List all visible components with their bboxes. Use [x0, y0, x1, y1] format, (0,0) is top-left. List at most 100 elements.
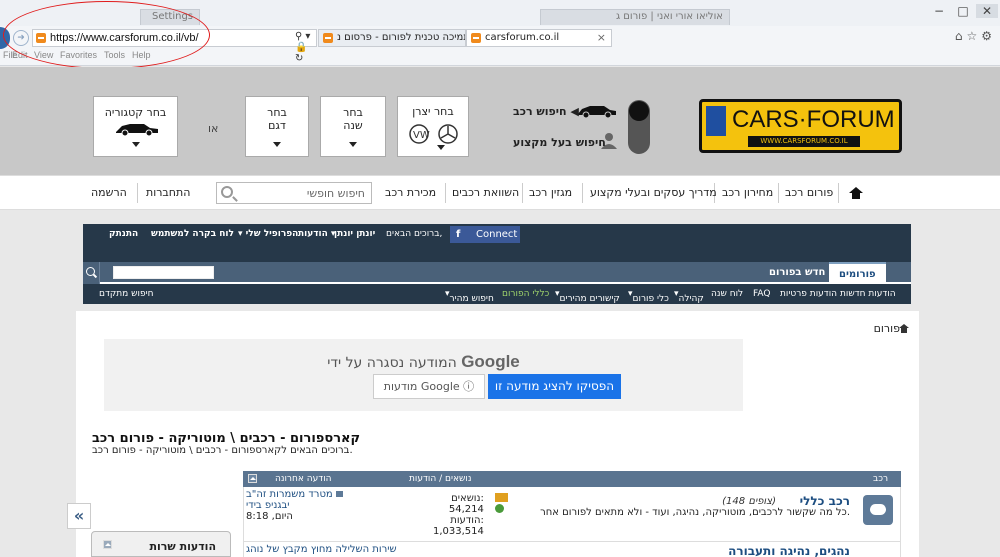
toggle-knob	[629, 101, 649, 121]
submenu-calendar[interactable]: לוח שנה	[711, 289, 743, 299]
forum-status-icons[interactable]	[495, 493, 509, 513]
background-tab-settings[interactable]: Settings	[140, 9, 200, 25]
forum-row: רכב כללי (צופים 148) כל מה שקשור לרכבים,…	[243, 487, 901, 542]
browser-tab-active[interactable]: carsforum.co.il ×	[466, 29, 612, 47]
minimize-button[interactable]: −	[928, 4, 950, 18]
address-bar[interactable]: https://www.carsforum.co.il/vb/ ⚲▾🔒↻	[32, 29, 317, 64]
free-search-input[interactable]: חיפוש חופשי	[216, 182, 372, 204]
logout-link[interactable]: התנתק	[109, 229, 138, 239]
submenu-faq[interactable]: FAQ	[753, 289, 770, 299]
tab-favicon-icon	[323, 33, 333, 43]
forum-name-link[interactable]: רכב כללי	[800, 494, 850, 508]
user-control-panel-link[interactable]: לוח בקרה למשתמש	[151, 229, 234, 239]
nav-compare-cars[interactable]: השוואת רכבים	[452, 176, 519, 210]
quick-search-button[interactable]	[83, 262, 100, 284]
site-favicon-icon	[36, 33, 46, 43]
submenu-forum-tools[interactable]: ▾ כלי פורום	[628, 289, 669, 304]
page-description: ברוכים הבאים לקארספורום - רכבים \ מוטורי…	[92, 445, 353, 456]
nav-car-magazine[interactable]: מגזין רכב	[529, 176, 572, 210]
sidebar-toggle-button[interactable]: «	[67, 503, 91, 529]
username-link[interactable]: יונתן יונתן	[334, 229, 375, 239]
logo-url: WWW.CARSFORUM.CO.IL	[748, 136, 860, 147]
forum-name-link[interactable]: נהגים, נהיגה ותעבורה	[728, 544, 850, 557]
select-model[interactable]: בחר דגם	[245, 96, 309, 157]
nav-sell-car[interactable]: מכירת רכב	[385, 176, 436, 210]
login-link[interactable]: התחברות	[146, 176, 190, 210]
notifications-menu[interactable]: הודעות ▾	[298, 229, 335, 239]
address-actions[interactable]: ⚲▾🔒↻	[295, 31, 316, 64]
menu-tools[interactable]: Tools	[104, 50, 125, 60]
submenu-quick-search[interactable]: ▾ חיפוש מהיר	[445, 289, 494, 304]
submenu-new-posts[interactable]: הודעות חדשות	[840, 289, 896, 299]
forum-tabs: פורומים חדש בפורום	[83, 262, 911, 284]
quick-search-input[interactable]	[113, 266, 214, 279]
last-post-author[interactable]: יבגניפ בידי	[246, 500, 343, 511]
browser-tabstrip: Settings אוליאו אורי ואני | פורום ג − □ …	[0, 0, 1000, 26]
carsforum-logo[interactable]: CARS·FORUM WWW.CARSFORUM.CO.IL	[699, 99, 902, 153]
last-post: מטרד משמרות זה"ב יבגניפ בידי היום, 8:18	[246, 489, 343, 522]
search-pro-option[interactable]: חיפוש בעל מקצוע	[513, 136, 606, 149]
browser-toolbar-icons[interactable]: ⌂☆⚙	[955, 29, 996, 43]
search-car-option[interactable]: ◀ חיפוש רכב	[513, 105, 579, 118]
category-car-icon	[116, 124, 158, 136]
manufacturer-logos-icon: VW	[409, 124, 458, 144]
nav-car-forum[interactable]: פורום רכב	[785, 176, 833, 210]
menu-edit[interactable]: Edit	[12, 50, 28, 60]
forum-stats: נושאים: 54,214 הודעות: 1,033,514	[433, 493, 484, 537]
tab-whats-new[interactable]: חדש בפורום	[759, 262, 835, 284]
tab-close-icon[interactable]: ×	[597, 31, 606, 44]
register-link[interactable]: הרשמה	[91, 176, 127, 210]
submenu-private-messages[interactable]: הודעות פרטיות	[780, 289, 837, 299]
service-messages-title: הודעות שרות	[149, 540, 217, 553]
search-icon[interactable]	[221, 186, 233, 198]
chevron-down-icon	[273, 142, 281, 147]
submenu-forum-rules[interactable]: כללי הפורום	[502, 289, 549, 299]
advanced-search-link[interactable]: חיפוש מתקדם	[99, 289, 154, 299]
header-threads-posts: נושאים / הודעות	[409, 474, 472, 484]
last-post-title-link[interactable]: שירות השלילה מחוץ מקבץ של נוהג	[246, 544, 397, 555]
breadcrumb[interactable]: פורום	[874, 322, 900, 335]
browser-tab-support[interactable]: תמיכה טכנית לפורום - פרסום נ...	[318, 29, 466, 47]
google-ads-button[interactable]: מודעות Google ⓘ	[373, 374, 485, 399]
menu-help[interactable]: Help	[132, 50, 151, 60]
nav-business-guide[interactable]: מדריך עסקים ובעלי מקצוע	[590, 176, 717, 210]
welcome-row: f Connect ברוכים הבאים, יונתן יונתן הודעו…	[83, 224, 911, 250]
or-label: או	[208, 122, 219, 135]
select-manufacturer[interactable]: בחר יצרן VW	[397, 96, 469, 157]
forum-navbar: f Connect ברוכים הבאים, יונתן יונתן הודעו…	[83, 224, 911, 304]
service-messages-panel: הודעות שרות	[91, 531, 231, 557]
url-text[interactable]: https://www.carsforum.co.il/vb/	[50, 32, 199, 44]
chevron-down-icon	[131, 142, 140, 147]
nav-price-list[interactable]: מחירון רכב	[722, 176, 773, 210]
search-icon	[86, 267, 95, 276]
tab-favicon-icon	[471, 33, 481, 43]
select-category[interactable]: בחר קטגוריה	[93, 96, 178, 157]
stop-ad-button[interactable]: הפסיקו להציג מודעה זו	[488, 374, 621, 399]
last-post-time: היום, 8:18	[246, 511, 293, 522]
home-icon[interactable]	[849, 187, 863, 199]
tab-forums[interactable]: פורומים	[829, 262, 886, 284]
last-post-title-link[interactable]: מטרד משמרות זה"ב	[246, 489, 333, 500]
menu-view[interactable]: View	[34, 50, 53, 60]
breadcrumb-home-icon[interactable]	[899, 324, 909, 333]
nav-separator	[137, 183, 138, 203]
nav-separator	[445, 183, 446, 203]
background-tab-forum[interactable]: אוליאו אורי ואני | פורום ג	[540, 9, 730, 25]
back-button[interactable]	[0, 27, 10, 49]
submenu-community[interactable]: ▾ קהילה	[674, 289, 704, 304]
chevron-down-icon	[437, 145, 445, 150]
search-mode-toggle[interactable]	[628, 100, 650, 154]
forum-row-partial: נהגים, נהיגה ותעבורה שירות השלילה מחוץ מ…	[243, 542, 901, 557]
maximize-button[interactable]: □	[952, 4, 974, 18]
window-close-button[interactable]: ✕	[976, 4, 998, 18]
submenu-quick-links[interactable]: ▾ קישורים מהירים	[555, 289, 620, 304]
select-year[interactable]: בחר שנה	[320, 96, 386, 157]
address-row: ➜ https://www.carsforum.co.il/vb/ ⚲▾🔒↻ ת…	[0, 27, 1000, 64]
profile-menu[interactable]: ▾ הפרופיל שלי	[238, 229, 298, 239]
facebook-connect-button[interactable]: f Connect	[450, 226, 520, 243]
forum-submenu: הודעות חדשות הודעות פרטיות FAQ לוח שנה ▾…	[83, 284, 911, 304]
collapse-icon[interactable]	[248, 474, 257, 483]
forward-icon[interactable]: ➜	[13, 30, 29, 46]
menu-favorites[interactable]: Favorites	[60, 50, 97, 60]
collapse-icon[interactable]	[103, 540, 112, 549]
